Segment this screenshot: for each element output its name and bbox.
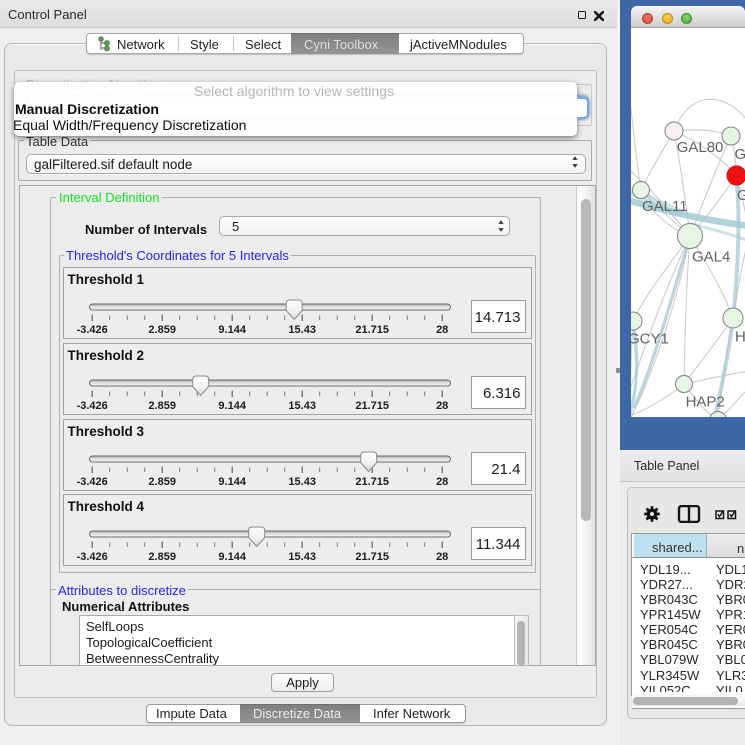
svg-text:GAL4: GAL4 — [692, 249, 730, 266]
svg-text:GAL80: GAL80 — [677, 139, 724, 156]
svg-text:2.859: 2.859 — [148, 400, 176, 412]
svg-text:15.43: 15.43 — [288, 551, 316, 563]
svg-text:-3.426: -3.426 — [77, 324, 108, 336]
svg-text:28: 28 — [436, 400, 448, 412]
svg-text:21.715: 21.715 — [355, 324, 389, 336]
svg-text:21.715: 21.715 — [355, 476, 389, 488]
svg-text:HAP2: HAP2 — [686, 394, 725, 411]
svg-text:G: G — [737, 187, 745, 204]
svg-text:9.144: 9.144 — [218, 324, 246, 336]
svg-text:-3.426: -3.426 — [77, 551, 108, 563]
svg-text:-3.426: -3.426 — [77, 400, 108, 412]
svg-text:H: H — [735, 329, 745, 346]
svg-text:28: 28 — [436, 551, 448, 563]
svg-text:28: 28 — [436, 324, 448, 336]
svg-text:GCY1: GCY1 — [631, 331, 669, 348]
svg-text:2.859: 2.859 — [148, 551, 176, 563]
svg-text:2.859: 2.859 — [148, 476, 176, 488]
svg-text:15.43: 15.43 — [288, 476, 316, 488]
svg-text:9.144: 9.144 — [218, 551, 246, 563]
svg-text:28: 28 — [436, 476, 448, 488]
svg-text:15.43: 15.43 — [288, 400, 316, 412]
svg-text:15.43: 15.43 — [288, 324, 316, 336]
svg-text:GAL11: GAL11 — [642, 198, 688, 215]
svg-text:9.144: 9.144 — [218, 476, 246, 488]
svg-text:2.859: 2.859 — [148, 324, 176, 336]
svg-text:21.715: 21.715 — [355, 551, 389, 563]
svg-text:21.715: 21.715 — [355, 400, 389, 412]
svg-text:9.144: 9.144 — [218, 400, 246, 412]
svg-text:-3.426: -3.426 — [77, 476, 108, 488]
svg-text:G.: G. — [735, 146, 745, 163]
